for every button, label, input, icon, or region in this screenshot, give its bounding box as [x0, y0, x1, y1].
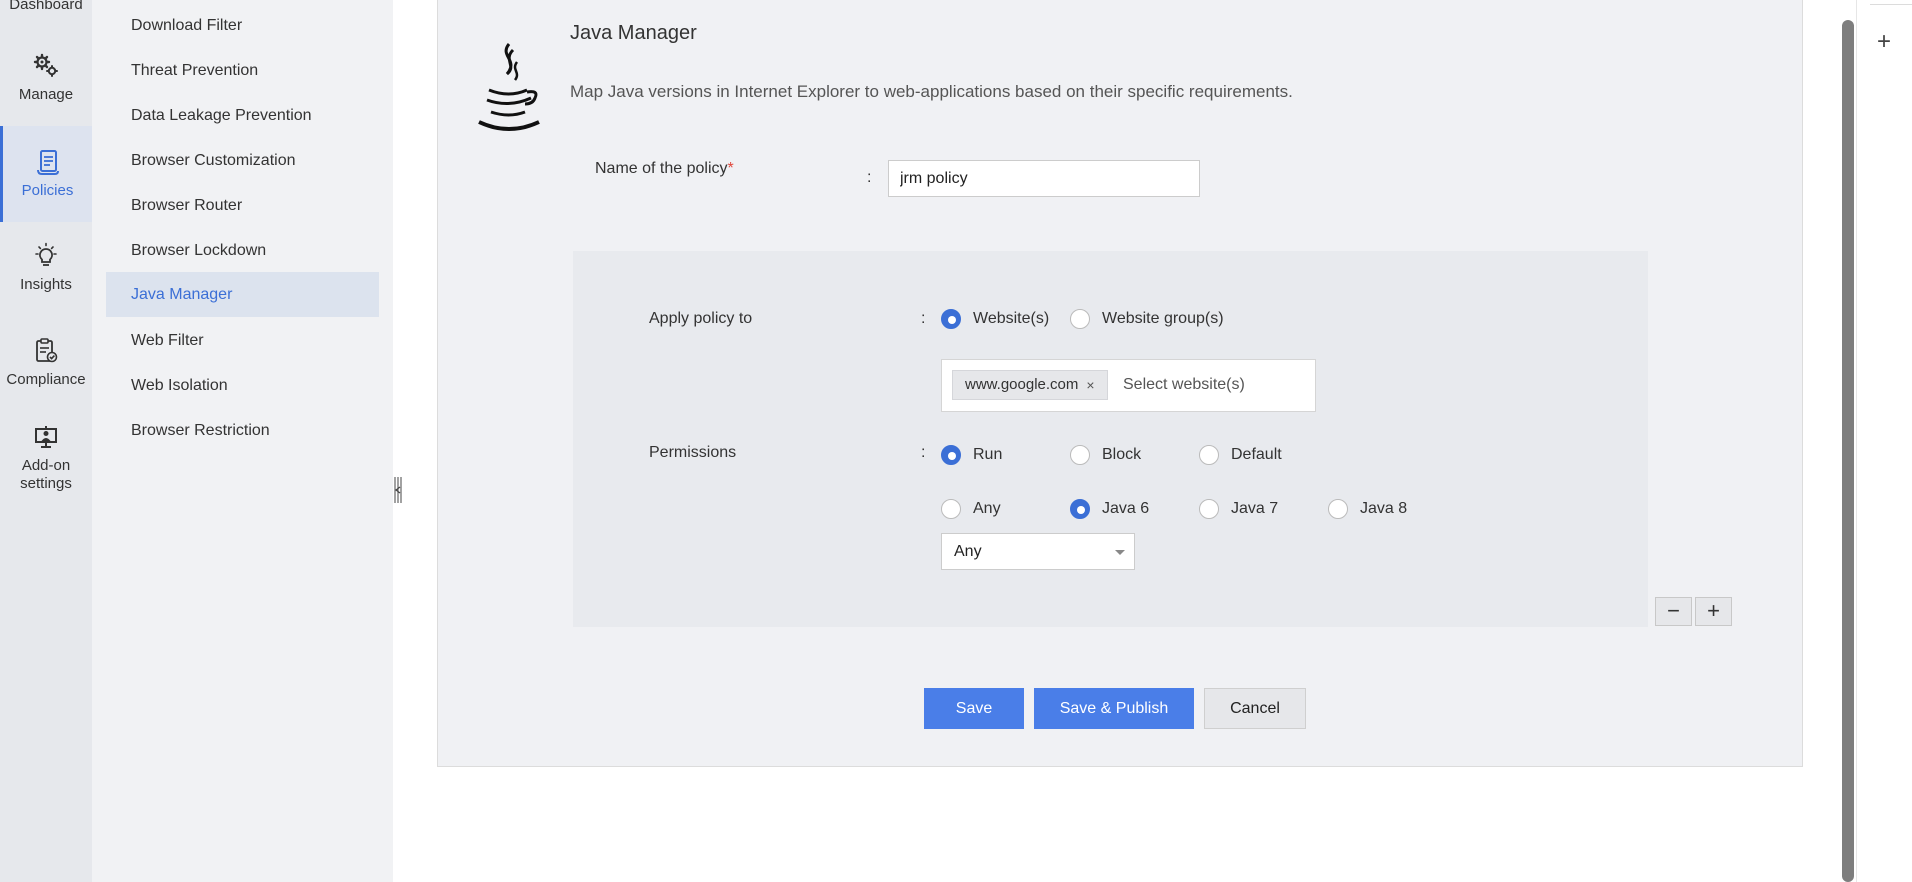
- radio-default[interactable]: Default: [1199, 445, 1282, 465]
- gears-icon: [33, 53, 58, 77]
- required-asterisk: *: [727, 160, 734, 177]
- page-title: Java Manager: [570, 22, 697, 44]
- website-selector-placeholder: Select website(s): [1123, 376, 1245, 393]
- radio-dot: [1199, 499, 1219, 519]
- website-tag: www.google.com ×: [952, 370, 1108, 400]
- radio-java-8[interactable]: Java 8: [1328, 499, 1407, 519]
- radio-dot: [941, 445, 961, 465]
- subnav-item-browser-router[interactable]: Browser Router: [106, 183, 379, 228]
- subnav-item-download-filter[interactable]: Download Filter: [106, 3, 379, 48]
- radio-dot: [1070, 499, 1090, 519]
- radio-dot: [941, 499, 961, 519]
- rail-policies[interactable]: Policies: [0, 126, 92, 222]
- rail-policies-label: Policies: [21, 182, 74, 199]
- radio-java-any-label: Any: [973, 500, 1001, 517]
- radio-block[interactable]: Block: [1070, 445, 1141, 465]
- policy-scroll-icon: [36, 150, 59, 175]
- page-description: Map Java versions in Internet Explorer t…: [570, 82, 1293, 101]
- radio-run-label: Run: [973, 446, 1003, 463]
- radio-website-groups[interactable]: Website group(s): [1070, 309, 1224, 329]
- right-side-strip: [1856, 0, 1912, 882]
- rail-dashboard[interactable]: Dashboard: [0, 0, 92, 16]
- rail-insights[interactable]: Insights: [0, 242, 92, 312]
- cancel-button[interactable]: Cancel: [1204, 688, 1306, 729]
- java-cup-icon: [478, 43, 540, 131]
- subnav-item-threat-prevention[interactable]: Threat Prevention: [106, 48, 379, 93]
- radio-dot: [1328, 499, 1348, 519]
- radio-websites-label: Website(s): [973, 310, 1050, 327]
- radio-java-7-label: Java 7: [1231, 500, 1279, 517]
- policy-name-label-text: Name of the policy: [595, 160, 728, 177]
- radio-default-label: Default: [1231, 446, 1282, 463]
- rail-dashboard-label: Dashboard: [9, 0, 83, 13]
- rail-insights-label: Insights: [20, 276, 72, 293]
- lightbulb-icon: [35, 242, 57, 266]
- radio-block-label: Block: [1102, 446, 1142, 463]
- colon-separator: :: [867, 169, 872, 186]
- plus-icon[interactable]: +: [1872, 30, 1896, 54]
- chevron-down-icon: [1115, 550, 1125, 555]
- rail-addon-label-2: settings: [20, 475, 72, 492]
- policy-subnav: Download Filter Threat Prevention Data L…: [92, 0, 393, 882]
- remove-rule-button[interactable]: −: [1655, 597, 1692, 626]
- radio-dot: [1199, 445, 1219, 465]
- subnav-item-web-filter[interactable]: Web Filter: [106, 318, 379, 363]
- add-rule-button[interactable]: +: [1695, 597, 1732, 626]
- divider: [1870, 4, 1912, 5]
- left-rail: Dashboard Manage Policies Insights Compl…: [0, 0, 92, 882]
- collapse-sidebar-handle[interactable]: [393, 476, 403, 504]
- rail-manage-label: Manage: [18, 86, 74, 103]
- radio-java-any[interactable]: Any: [941, 499, 1001, 519]
- radio-websites[interactable]: Website(s): [941, 309, 1049, 329]
- radio-website-groups-label: Website group(s): [1102, 310, 1224, 327]
- subnav-item-browser-customization[interactable]: Browser Customization: [106, 138, 379, 183]
- rail-addon-settings[interactable]: Add-on settings: [0, 423, 92, 503]
- rail-addon-label-1: Add-on: [21, 457, 71, 474]
- radio-dot: [1070, 445, 1090, 465]
- rail-compliance[interactable]: Compliance: [0, 337, 92, 407]
- subnav-item-browser-restriction[interactable]: Browser Restriction: [106, 408, 379, 453]
- page-scrollbar[interactable]: [1842, 20, 1854, 882]
- rail-manage[interactable]: Manage: [0, 52, 92, 122]
- colon-separator: :: [921, 310, 926, 327]
- subnav-item-browser-lockdown[interactable]: Browser Lockdown: [106, 228, 379, 273]
- java-version-select-value: Any: [954, 543, 982, 560]
- radio-dot: [1070, 309, 1090, 329]
- rail-compliance-label: Compliance: [6, 371, 86, 388]
- website-selector[interactable]: www.google.com × Select website(s): [941, 359, 1316, 412]
- radio-java-8-label: Java 8: [1360, 500, 1408, 517]
- permissions-label: Permissions: [649, 444, 737, 461]
- clipboard-check-icon: [36, 338, 58, 363]
- policy-name-input[interactable]: [888, 160, 1200, 197]
- radio-java-6-label: Java 6: [1102, 500, 1150, 517]
- subnav-item-web-isolation[interactable]: Web Isolation: [106, 363, 379, 408]
- website-tag-label: www.google.com: [965, 376, 1079, 393]
- radio-java-7[interactable]: Java 7: [1199, 499, 1278, 519]
- colon-separator: :: [921, 444, 926, 461]
- apply-policy-label: Apply policy to: [649, 310, 753, 327]
- subnav-item-data-leakage-prevention[interactable]: Data Leakage Prevention: [106, 93, 379, 138]
- rule-box: [573, 251, 1648, 627]
- save-publish-button[interactable]: Save & Publish: [1034, 688, 1194, 729]
- radio-java-6[interactable]: Java 6: [1070, 499, 1149, 519]
- save-button[interactable]: Save: [924, 688, 1024, 729]
- radio-dot: [941, 309, 961, 329]
- remove-tag-icon[interactable]: ×: [1086, 371, 1094, 399]
- subnav-item-java-manager[interactable]: Java Manager: [106, 272, 379, 317]
- java-version-select[interactable]: Any: [941, 533, 1135, 570]
- monitor-user-icon: [35, 426, 57, 448]
- radio-run[interactable]: Run: [941, 445, 1002, 465]
- policy-name-label: Name of the policy*: [595, 160, 734, 178]
